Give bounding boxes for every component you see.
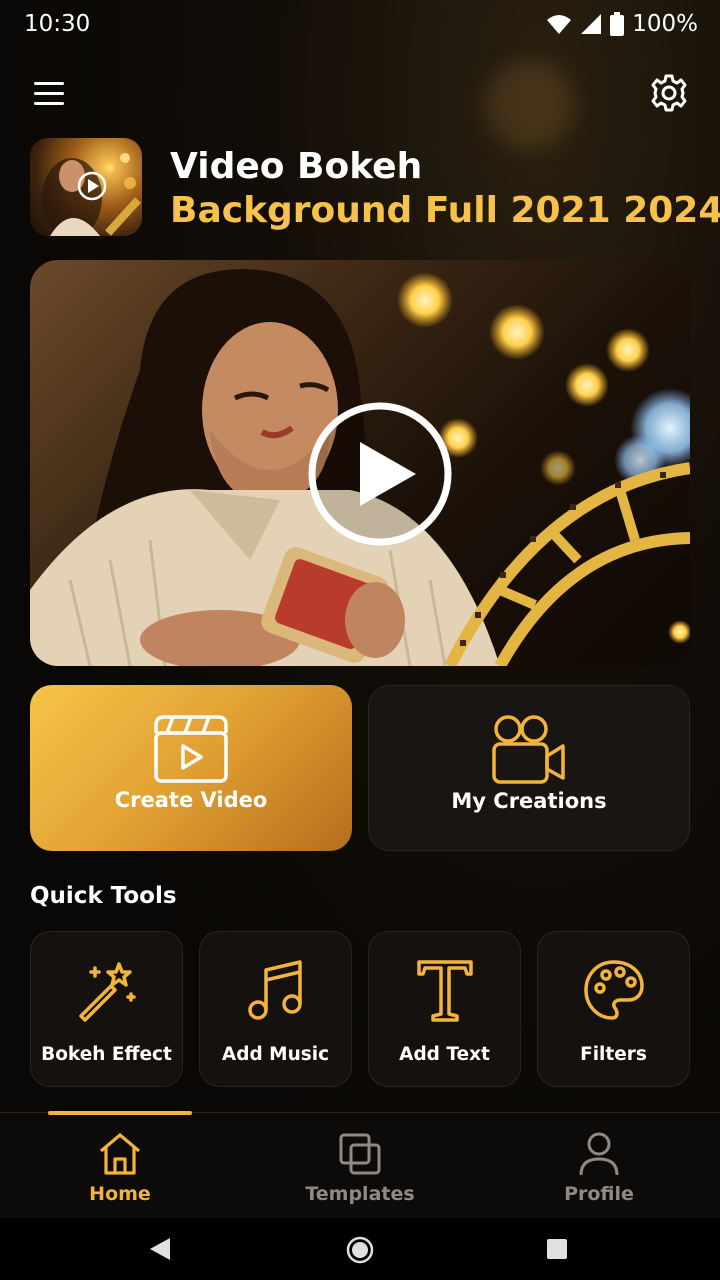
- nav-home[interactable]: Home: [45, 1129, 195, 1209]
- wifi-icon: [547, 15, 572, 34]
- battery-percentage: 100%: [632, 11, 698, 37]
- recents-icon[interactable]: [546, 1238, 568, 1260]
- home-icon: [99, 1133, 141, 1175]
- filters-label: Filters: [580, 1044, 647, 1065]
- battery-icon: [610, 12, 625, 36]
- signal-icon: [581, 14, 602, 34]
- filters-tool[interactable]: Filters: [537, 931, 690, 1087]
- quick-tools-title: Quick Tools: [30, 883, 177, 909]
- my-creations-label: My Creations: [451, 789, 607, 813]
- back-icon[interactable]: [148, 1237, 172, 1261]
- add-text-label: Add Text: [399, 1044, 490, 1065]
- music-note-icon: [247, 960, 302, 1020]
- bokeh-effect-tool[interactable]: Bokeh Effect: [30, 931, 183, 1087]
- background-glow: [485, 60, 575, 150]
- nav-profile-label: Profile: [564, 1183, 634, 1205]
- templates-icon: [339, 1133, 381, 1175]
- nav-profile[interactable]: Profile: [524, 1129, 674, 1209]
- app-subtitle: Background Full 2021 2024: [170, 190, 720, 231]
- text-icon: [416, 960, 473, 1022]
- nav-templates[interactable]: Templates: [285, 1129, 435, 1209]
- magic-wand-icon: [78, 962, 136, 1022]
- status-icons: 100%: [546, 11, 698, 37]
- clapperboard-icon: [154, 715, 228, 783]
- add-music-tool[interactable]: Add Music: [199, 931, 352, 1087]
- create-video-label: Create Video: [114, 788, 268, 812]
- palette-icon: [583, 960, 644, 1020]
- create-video-button[interactable]: Create Video: [30, 685, 352, 851]
- settings-button[interactable]: [648, 72, 690, 114]
- add-music-label: Add Music: [221, 1044, 330, 1065]
- app-logo: [30, 138, 142, 236]
- nav-templates-label: Templates: [305, 1183, 415, 1205]
- app-screen: 10:30 100% Video Bokeh Background Full 2…: [0, 0, 720, 1280]
- play-icon: [308, 402, 452, 546]
- app-title: Video Bokeh: [170, 146, 423, 187]
- menu-button[interactable]: [30, 76, 70, 112]
- active-tab-indicator: [48, 1111, 192, 1115]
- add-text-tool[interactable]: Add Text: [368, 931, 521, 1087]
- my-creations-button[interactable]: My Creations: [368, 685, 690, 851]
- hamburger-menu-icon: [34, 82, 64, 105]
- profile-icon: [579, 1132, 619, 1176]
- nav-home-label: Home: [89, 1183, 151, 1205]
- status-bar: 10:30 100%: [0, 0, 720, 50]
- bokeh-effect-label: Bokeh Effect: [41, 1044, 172, 1065]
- play-button[interactable]: [306, 400, 454, 548]
- gear-icon: [651, 74, 687, 112]
- system-navigation-bar: [0, 1218, 720, 1280]
- home-circle-icon[interactable]: [346, 1236, 374, 1264]
- status-time: 10:30: [24, 11, 91, 37]
- bottom-navigation: Home Templates Profile: [0, 1111, 720, 1218]
- video-camera-icon: [492, 715, 565, 784]
